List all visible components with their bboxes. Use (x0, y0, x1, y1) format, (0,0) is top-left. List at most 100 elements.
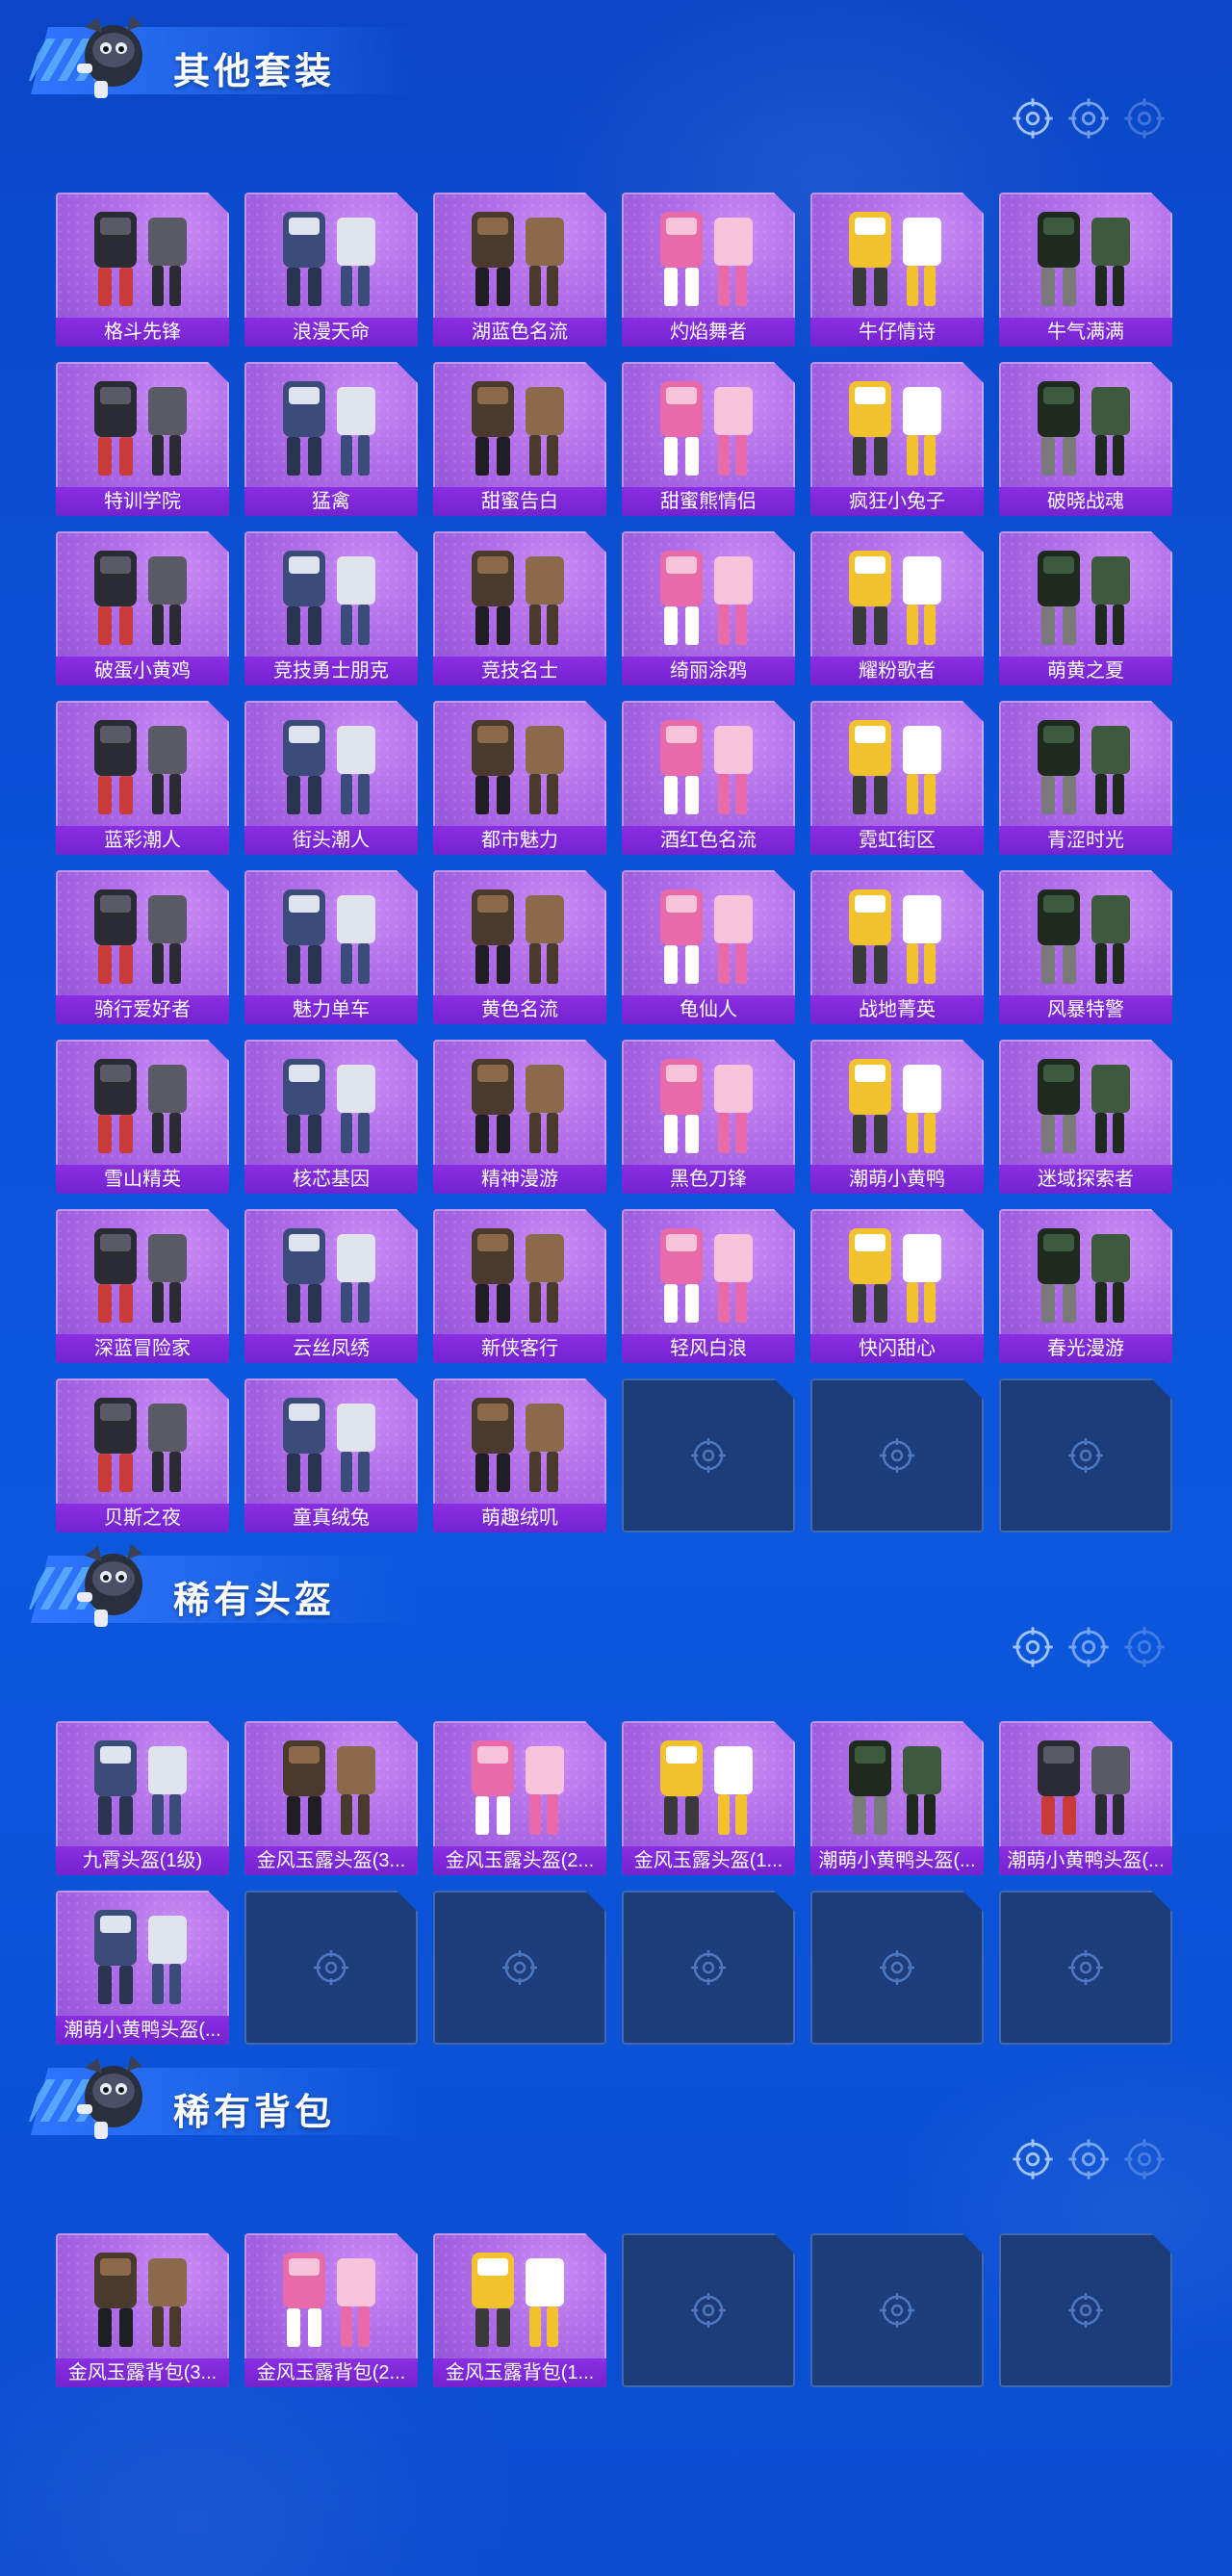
item-image (65, 1727, 219, 1844)
item-card[interactable]: 潮萌小黄鸭头盔(... (56, 1891, 229, 2045)
item-card[interactable]: 萌趣绒叽 (433, 1378, 606, 1533)
target-icon (500, 1948, 539, 1987)
item-label: 绮丽涂鸦 (622, 657, 795, 685)
item-card[interactable]: 迷域探索者 (999, 1040, 1172, 1194)
item-image (65, 1215, 219, 1332)
item-label: 金风玉露头盔(1... (622, 1846, 795, 1875)
item-label: 甜蜜熊情侣 (622, 487, 795, 516)
item-card[interactable]: 竞技名士 (433, 531, 606, 685)
item-card[interactable]: 金风玉露背包(1... (433, 2233, 606, 2387)
item-image (443, 707, 597, 824)
item-card[interactable]: 雪山精英 (56, 1040, 229, 1194)
item-image (254, 368, 408, 485)
item-card[interactable]: 金风玉露背包(2... (244, 2233, 418, 2387)
item-card[interactable]: 湖蓝色名流 (433, 193, 606, 347)
item-card[interactable]: 霓虹街区 (810, 701, 984, 855)
item-card[interactable]: 魅力单车 (244, 870, 418, 1024)
item-card[interactable]: 战地菁英 (810, 870, 984, 1024)
item-card[interactable]: 金风玉露头盔(2... (433, 1721, 606, 1875)
item-card[interactable]: 街头潮人 (244, 701, 418, 855)
item-image (1009, 1045, 1163, 1163)
item-card[interactable]: 都市魅力 (433, 701, 606, 855)
item-label: 新侠客行 (433, 1334, 606, 1363)
item-card[interactable]: 浪漫天命 (244, 193, 418, 347)
item-card[interactable]: 精神漫游 (433, 1040, 606, 1194)
item-card[interactable]: 萌黄之夏 (999, 531, 1172, 685)
empty-slot (999, 1378, 1172, 1533)
item-card[interactable]: 青涩时光 (999, 701, 1172, 855)
item-image (1009, 198, 1163, 316)
item-card[interactable]: 轻风白浪 (622, 1209, 795, 1363)
item-card[interactable]: 潮萌小黄鸭头盔(... (810, 1721, 984, 1875)
item-card[interactable]: 贝斯之夜 (56, 1378, 229, 1533)
empty-slot (999, 2233, 1172, 2387)
item-card[interactable]: 酒红色名流 (622, 701, 795, 855)
empty-slot (810, 1378, 984, 1533)
item-card[interactable]: 甜蜜告白 (433, 362, 606, 516)
item-card[interactable]: 金风玉露头盔(3... (244, 1721, 418, 1875)
item-image (631, 368, 785, 485)
item-image (443, 537, 597, 655)
item-card[interactable]: 破晓战魂 (999, 362, 1172, 516)
item-card[interactable]: 格斗先锋 (56, 193, 229, 347)
item-card[interactable]: 猛禽 (244, 362, 418, 516)
item-label: 快闪甜心 (810, 1334, 984, 1363)
item-card[interactable]: 潮萌小黄鸭头盔(... (999, 1721, 1172, 1875)
target-icon (1011, 1625, 1055, 1669)
item-image (1009, 1215, 1163, 1332)
item-card[interactable]: 牛气满满 (999, 193, 1172, 347)
item-card[interactable]: 甜蜜熊情侣 (622, 362, 795, 516)
item-card[interactable]: 特训学院 (56, 362, 229, 516)
target-icon (1011, 2137, 1055, 2181)
item-card[interactable]: 灼焰舞者 (622, 193, 795, 347)
item-image (631, 707, 785, 824)
item-image (1009, 537, 1163, 655)
item-card[interactable]: 龟仙人 (622, 870, 795, 1024)
item-card[interactable]: 云丝凤绣 (244, 1209, 418, 1363)
item-card[interactable]: 快闪甜心 (810, 1209, 984, 1363)
item-image (254, 537, 408, 655)
item-image (820, 1045, 974, 1163)
item-label: 牛仔情诗 (810, 318, 984, 347)
item-image (1009, 876, 1163, 993)
item-card[interactable]: 深蓝冒险家 (56, 1209, 229, 1363)
item-image (443, 368, 597, 485)
item-card[interactable]: 黑色刀锋 (622, 1040, 795, 1194)
item-label: 黑色刀锋 (622, 1165, 795, 1194)
item-card[interactable]: 新侠客行 (433, 1209, 606, 1363)
item-image (1009, 368, 1163, 485)
target-icon (689, 2291, 728, 2330)
item-image (820, 537, 974, 655)
item-card[interactable]: 黄色名流 (433, 870, 606, 1024)
item-card[interactable]: 疯狂小兔子 (810, 362, 984, 516)
item-card[interactable]: 蓝彩潮人 (56, 701, 229, 855)
item-card[interactable]: 核芯基因 (244, 1040, 418, 1194)
target-icon (878, 1436, 916, 1475)
item-image (65, 1896, 219, 2014)
item-card[interactable]: 潮萌小黄鸭 (810, 1040, 984, 1194)
item-image (65, 1045, 219, 1163)
item-card[interactable]: 竞技勇士朋克 (244, 531, 418, 685)
item-card[interactable]: 牛仔情诗 (810, 193, 984, 347)
item-card[interactable]: 绮丽涂鸦 (622, 531, 795, 685)
empty-slot (622, 1378, 795, 1533)
target-icon-group (1011, 1625, 1232, 1669)
target-icon (1066, 96, 1111, 141)
item-card[interactable]: 骑行爱好者 (56, 870, 229, 1024)
item-image (443, 876, 597, 993)
item-card[interactable]: 耀粉歌者 (810, 531, 984, 685)
item-card[interactable]: 金风玉露背包(3... (56, 2233, 229, 2387)
item-label: 金风玉露背包(3... (56, 2358, 229, 2387)
item-image (443, 1727, 597, 1844)
item-image (820, 876, 974, 993)
item-label: 云丝凤绣 (244, 1334, 418, 1363)
item-card[interactable]: 童真绒兔 (244, 1378, 418, 1533)
item-card[interactable]: 九霄头盔(1级) (56, 1721, 229, 1875)
item-card[interactable]: 破蛋小黄鸡 (56, 531, 229, 685)
item-card[interactable]: 风暴特警 (999, 870, 1172, 1024)
section-header: 其他套装 (0, 0, 1232, 139)
item-card[interactable]: 春光漫游 (999, 1209, 1172, 1363)
item-image (443, 1045, 597, 1163)
target-icon (689, 1436, 728, 1475)
item-card[interactable]: 金风玉露头盔(1... (622, 1721, 795, 1875)
